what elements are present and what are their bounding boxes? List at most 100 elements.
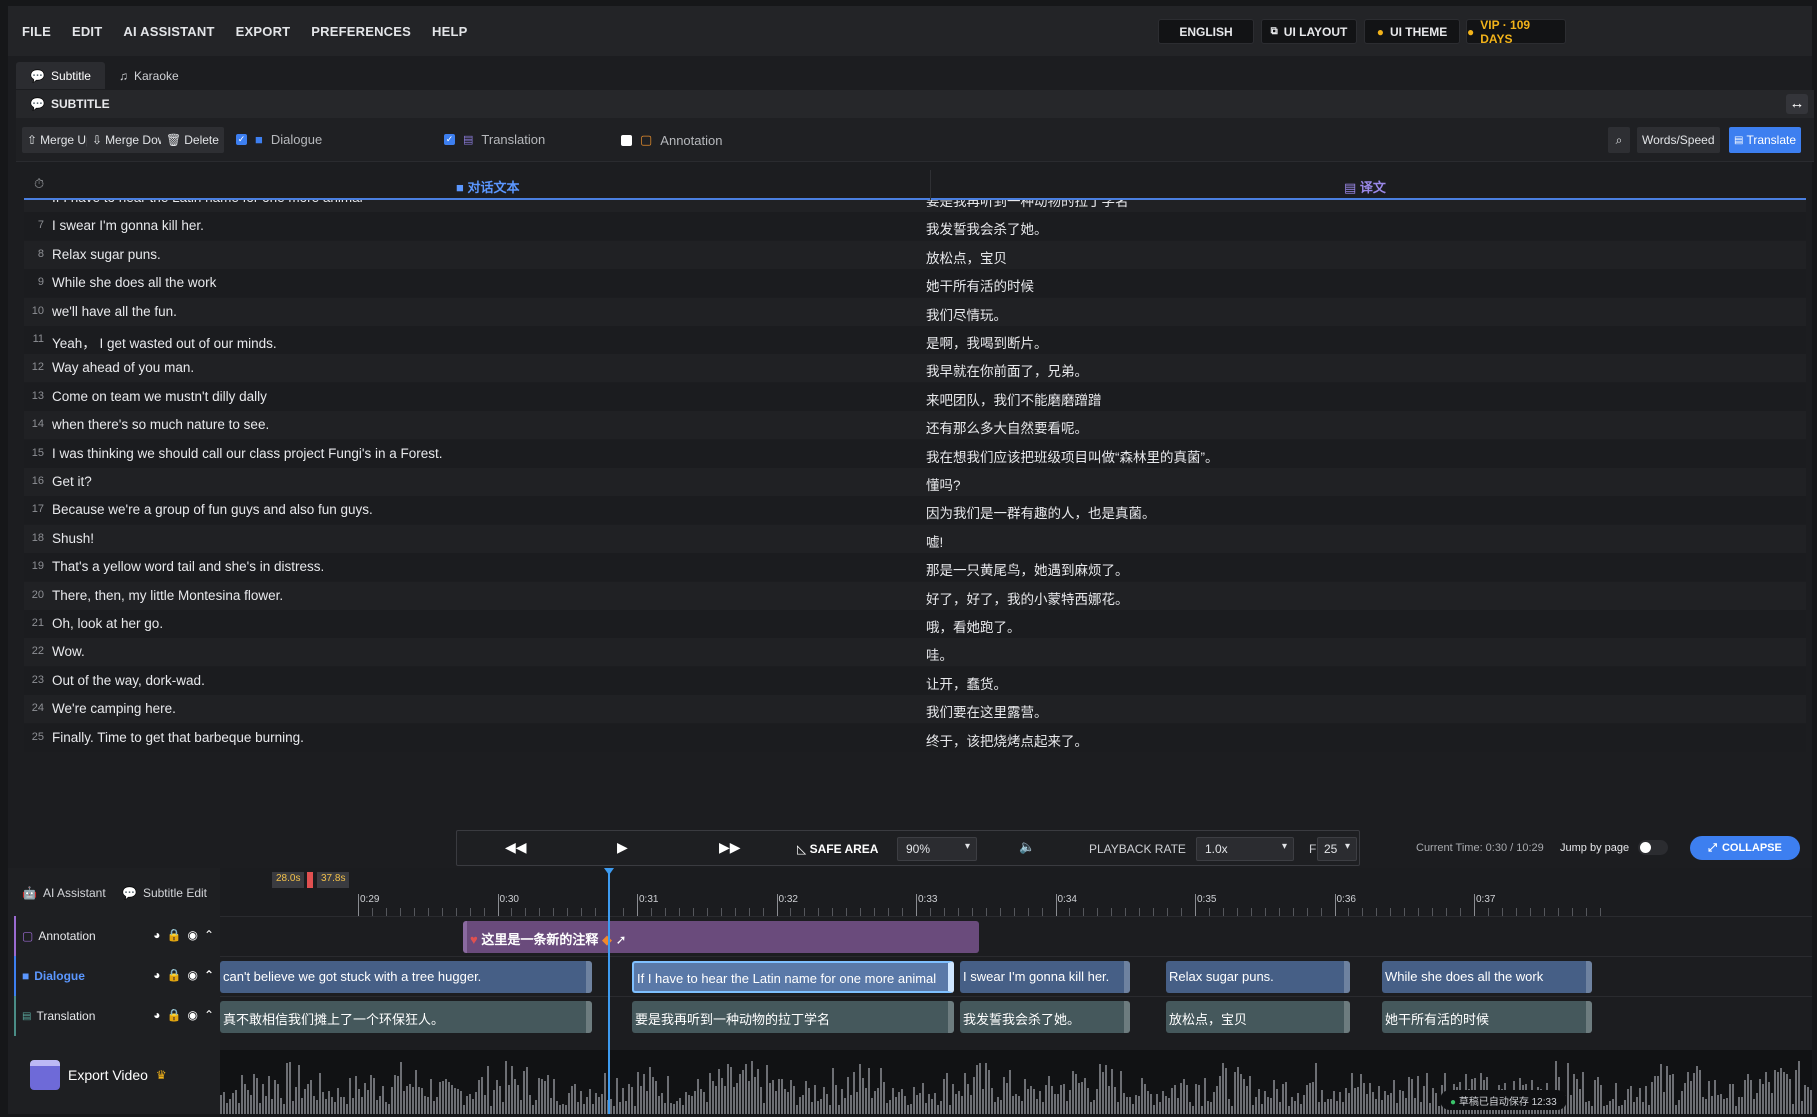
menu-help[interactable]: HELP — [432, 24, 467, 39]
chevron-up-icon[interactable]: ⌃ — [204, 1008, 214, 1022]
lock-icon[interactable]: 🔒 — [167, 1008, 182, 1022]
translation-cell[interactable]: 是啊，我喝到断片。 — [926, 332, 1048, 352]
annotation-clip[interactable]: ♥ 这里是一条新的注释 ◆ ➚ — [463, 921, 979, 953]
translation-cell[interactable]: 懂吗? — [926, 474, 961, 494]
table-row[interactable]: 15 I was thinking we should call our clas… — [24, 439, 1806, 468]
dialogue-cell[interactable]: Finally. Time to get that barbeque burni… — [52, 730, 304, 745]
translation-cell[interactable]: 嘘! — [926, 531, 943, 551]
menu-export[interactable]: EXPORT — [236, 24, 291, 39]
dialogue-cell[interactable]: when there's so much nature to see. — [52, 417, 269, 432]
menu-ai-assistant[interactable]: AI ASSISTANT — [123, 24, 214, 39]
table-row[interactable]: 10 we'll have all the fun. 我们尽情玩。 — [24, 297, 1806, 326]
play-icon[interactable]: ▶ — [617, 839, 628, 856]
export-video-button[interactable]: Export Video ♛ — [30, 1060, 167, 1090]
table-row[interactable]: 25 Finally. Time to get that barbeque bur… — [24, 723, 1806, 752]
dialogue-track-header[interactable]: ■ Dialogue ◕ 🔒 ◉ ⌃ — [14, 956, 220, 996]
tab-subtitle[interactable]: 💬 Subtitle — [16, 62, 105, 89]
jump-by-page-toggle[interactable] — [1638, 840, 1668, 855]
dialogue-cell[interactable]: Get it? — [52, 474, 92, 489]
translation-cell[interactable]: 因为我们是一群有趣的人，也是真菌。 — [926, 502, 1156, 522]
dialogue-clip[interactable]: can't believe we got stuck with a tree h… — [220, 961, 592, 993]
palette-icon[interactable]: ◕ — [153, 928, 160, 942]
table-row[interactable]: 19 That's a yellow word tail and she's in… — [24, 553, 1806, 582]
translation-cell[interactable]: 我们要在这里露营。 — [926, 701, 1048, 721]
dialogue-cell[interactable]: We're camping here. — [52, 701, 176, 716]
translation-cell[interactable]: 我在想我们应该把班级项目叫做“森林里的真菌”。 — [926, 446, 1219, 466]
translation-cell[interactable]: 终于，该把烧烤点起来了。 — [926, 730, 1088, 750]
table-row[interactable]: If I have to hear the Latin name for one… — [24, 200, 1806, 212]
translation-cell[interactable]: 放松点，宝贝 — [926, 247, 1007, 267]
translation-cell[interactable]: 哦，看她跑了。 — [926, 616, 1021, 636]
palette-icon[interactable]: ◕ — [153, 1008, 160, 1022]
playhead[interactable] — [608, 868, 610, 1114]
dialogue-toggle[interactable]: ✓ ■ Dialogue — [236, 132, 322, 147]
lock-icon[interactable]: 🔒 — [167, 928, 182, 942]
table-row[interactable]: 11 Yeah， I get wasted out of our minds. 是啊… — [24, 326, 1806, 354]
dialogue-cell[interactable]: Come on team we mustn't dilly dally — [52, 389, 267, 404]
annotation-toggle[interactable]: ▢ Annotation — [621, 132, 722, 148]
dialogue-cell[interactable]: Way ahead of you man. — [52, 360, 194, 375]
fps-select[interactable]: 25 ▾ — [1317, 837, 1357, 861]
range-end-marker[interactable]: 37.8s — [317, 872, 350, 888]
dialogue-cell[interactable]: While she does all the work — [52, 275, 216, 290]
column-dialogue[interactable]: ■ 对话文本 — [456, 177, 519, 196]
table-row[interactable]: 16 Get it? 懂吗? — [24, 468, 1806, 496]
menu-preferences[interactable]: PREFERENCES — [311, 24, 411, 39]
dialogue-cell[interactable]: Oh, look at her go. — [52, 616, 163, 631]
translation-cell[interactable]: 来吧团队，我们不能磨磨蹭蹭 — [926, 389, 1102, 409]
dialogue-cell[interactable]: Shush! — [52, 531, 94, 546]
chevron-up-icon[interactable]: ⌃ — [204, 968, 214, 982]
palette-icon[interactable]: ◕ — [153, 968, 160, 982]
eye-icon[interactable]: ◉ — [187, 1008, 197, 1022]
tab-karaoke[interactable]: ♫ Karaoke — [105, 62, 193, 89]
table-row[interactable]: 8 Relax sugar puns. 放松点，宝贝 — [24, 240, 1806, 269]
table-row[interactable]: 18 Shush! 嘘! — [24, 524, 1806, 553]
words-speed-button[interactable]: Words/Speed — [1637, 127, 1720, 153]
lock-icon[interactable]: 🔒 — [167, 968, 182, 982]
menu-edit[interactable]: EDIT — [72, 24, 102, 39]
range-handle[interactable] — [307, 872, 313, 888]
table-row[interactable]: 24 We're camping here. 我们要在这里露营。 — [24, 695, 1806, 724]
audio-waveform[interactable] — [220, 1050, 1812, 1114]
translation-cell[interactable]: 那是一只黄尾鸟，她遇到麻烦了。 — [926, 559, 1129, 579]
dialogue-cell[interactable]: That's a yellow word tail and she's in d… — [52, 559, 324, 574]
dialogue-cell[interactable]: Out of the way, dork-wad. — [52, 673, 205, 688]
translation-track-header[interactable]: ▤ Translation ◕ 🔒 ◉ ⌃ — [14, 996, 220, 1036]
playback-rate-select[interactable]: 1.0x ▾ — [1196, 837, 1294, 861]
menu-file[interactable]: FILE — [22, 24, 51, 39]
ui-theme-button[interactable]: ● UI THEME — [1364, 19, 1460, 44]
table-row[interactable]: 17 Because we're a group of fun guys and … — [24, 496, 1806, 525]
translation-cell[interactable]: 她干所有活的时候 — [926, 275, 1034, 295]
translation-cell[interactable]: 我发誓我会杀了她。 — [926, 218, 1048, 238]
dialogue-cell[interactable]: There, then, my little Montesina flower. — [52, 588, 283, 603]
delete-button[interactable]: 🗑 Delete — [161, 127, 224, 153]
collapse-button[interactable]: ⤢ COLLAPSE — [1690, 836, 1800, 860]
translation-clip[interactable]: 真不敢相信我们摊上了一个环保狂人。 — [220, 1001, 592, 1033]
dialogue-clip[interactable]: I swear I'm gonna kill her. — [960, 961, 1130, 993]
search-icon[interactable]: ⌕ — [1608, 127, 1630, 153]
range-start-marker[interactable]: 28.0s — [272, 872, 305, 888]
eye-icon[interactable]: ◉ — [187, 928, 197, 942]
chevron-up-icon[interactable]: ⌃ — [204, 928, 214, 942]
column-translation[interactable]: ▤ 译文 — [1344, 177, 1386, 196]
dialogue-cell[interactable]: Yeah， I get wasted out of our minds. — [52, 332, 277, 352]
fast-forward-icon[interactable]: ▶▶ — [719, 839, 741, 856]
ui-layout-button[interactable]: ⧉ UI LAYOUT — [1261, 19, 1357, 44]
table-row[interactable]: 20 There, then, my little Montesina flowe… — [24, 581, 1806, 610]
playhead-handle-icon[interactable] — [604, 868, 614, 875]
dialogue-cell[interactable]: If I have to hear the Latin name for one… — [52, 200, 363, 205]
volume-icon[interactable]: 🔈 — [1019, 839, 1035, 855]
table-row[interactable]: 12 Way ahead of you man. 我早就在你前面了，兄弟。 — [24, 354, 1806, 383]
translation-clip[interactable]: 要是我再听到一种动物的拉丁学名 — [632, 1001, 954, 1033]
annotation-track-header[interactable]: ▢ Annotation ◕ 🔒 ◉ ⌃ — [14, 916, 220, 956]
translation-cell[interactable]: 让开，蠢货。 — [926, 673, 1007, 693]
dialogue-cell[interactable]: Because we're a group of fun guys and al… — [52, 502, 373, 517]
table-row[interactable]: 13 Come on team we mustn't dilly dally 来吧团… — [24, 382, 1806, 411]
translate-button[interactable]: ▤ Translate — [1729, 127, 1802, 153]
dialogue-cell[interactable]: I was thinking we should call our class … — [52, 446, 443, 461]
translation-cell[interactable]: 要是我再听到一种动物的拉丁学名 — [926, 200, 1129, 210]
dialogue-cell[interactable]: we'll have all the fun. — [52, 304, 177, 319]
translation-toggle[interactable]: ✓ ▤ Translation — [444, 132, 545, 147]
annotation-checkbox[interactable] — [621, 134, 632, 146]
translation-cell[interactable]: 哇。 — [926, 644, 953, 664]
